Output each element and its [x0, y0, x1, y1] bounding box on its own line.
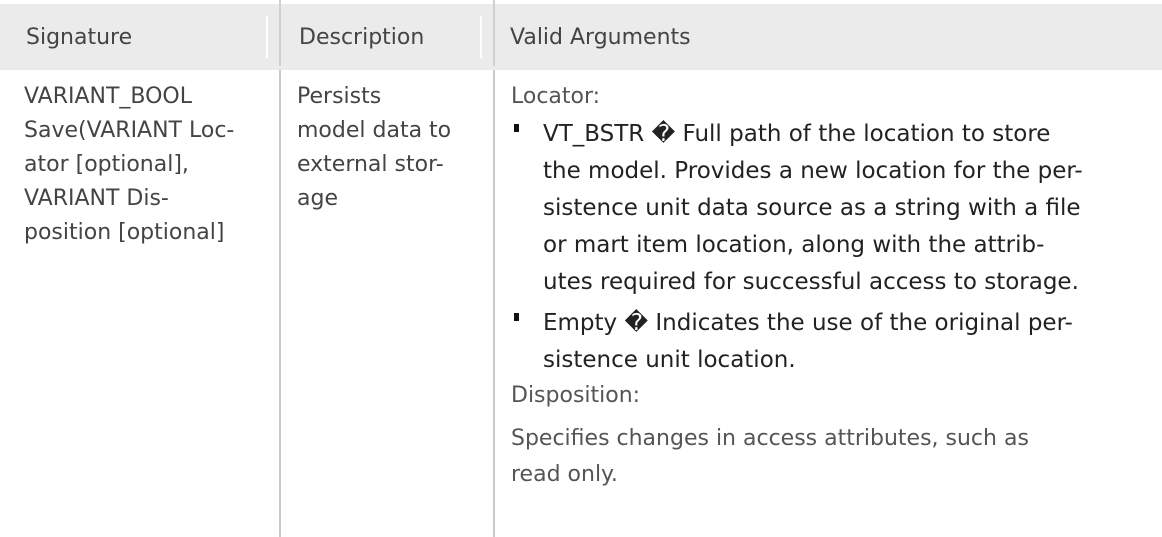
description-cell: Persists model data to external stor- ag… — [297, 80, 487, 216]
argument-bullet: Empty � Indicates the use of the origina… — [511, 305, 1151, 379]
column-divider — [493, 70, 495, 537]
description-line: age — [297, 186, 338, 211]
api-table: Signature Description Valid Arguments VA… — [0, 0, 1162, 537]
disposition-line: read only. — [511, 462, 618, 487]
bullet-line: VT_BSTR � Full path of the location to s… — [543, 121, 1051, 147]
argument-bullet: VT_BSTR � Full path of the location to s… — [511, 116, 1151, 301]
header-signature: Signature — [26, 24, 133, 50]
description-line: Persists — [297, 84, 382, 109]
header-divider — [266, 16, 268, 58]
table-header-row: Signature Description Valid Arguments — [0, 4, 1162, 70]
bullet-line: or mart item location, along with the at… — [543, 232, 1045, 258]
disposition-line: Specifies changes in access attributes, … — [511, 426, 1029, 451]
bullet-line: Empty � Indicates the use of the origina… — [543, 310, 1073, 336]
column-divider — [493, 0, 495, 66]
header-valid-arguments: Valid Arguments — [510, 24, 691, 50]
locator-label: Locator: — [511, 84, 601, 109]
bullet-line: the model. Provides a new location for t… — [543, 158, 1083, 184]
signature-line: Save(VARIANT Loc- — [24, 118, 235, 143]
bullet-line: sistence unit location. — [543, 347, 796, 373]
signature-line: VARIANT_BOOL — [24, 84, 193, 109]
disposition-description: Specifies changes in access attributes, … — [511, 421, 1151, 493]
disposition-label: Disposition: — [511, 383, 641, 408]
column-divider — [279, 70, 281, 537]
signature-line: ator [optional], — [24, 152, 189, 177]
bullet-line: sistence unit data source as a string wi… — [543, 195, 1081, 221]
header-divider — [480, 16, 482, 58]
header-description: Description — [299, 24, 425, 50]
description-line: model data to — [297, 118, 452, 143]
column-divider — [279, 0, 281, 66]
arguments-cell: Locator: VT_BSTR � Full path of the loca… — [511, 80, 1151, 493]
signature-line: VARIANT Dis- — [24, 186, 169, 211]
square-bullet-icon — [514, 124, 519, 132]
signature-line: position [optional] — [24, 220, 225, 245]
square-bullet-icon — [514, 313, 519, 321]
bullet-line: utes required for successful access to s… — [543, 269, 1079, 295]
signature-cell: VARIANT_BOOL Save(VARIANT Loc- ator [opt… — [24, 80, 272, 250]
description-line: external stor- — [297, 152, 444, 177]
